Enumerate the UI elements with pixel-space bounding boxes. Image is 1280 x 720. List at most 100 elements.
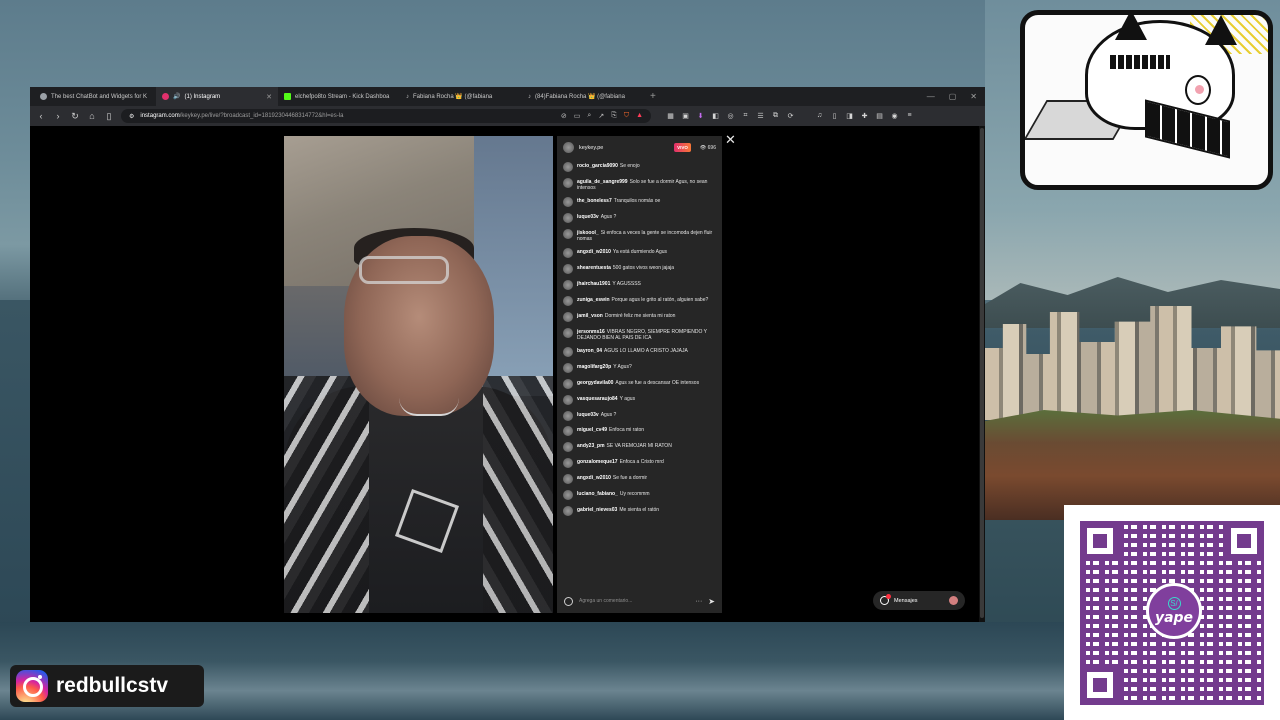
commenter-avatar[interactable] [563, 394, 573, 405]
close-window-icon[interactable]: ✕ [970, 92, 977, 101]
emoji-icon[interactable] [564, 596, 573, 606]
brave-rewards-icon[interactable]: ▲ [636, 112, 643, 120]
commenter-avatar[interactable] [563, 442, 573, 453]
extensions-icon[interactable]: ✚ [860, 112, 869, 120]
brave-shield-icon[interactable]: ⛉ [624, 112, 629, 120]
comment-username[interactable]: luciano_fabiano_ [577, 491, 618, 497]
comment-username[interactable]: shearentuesta [577, 265, 611, 271]
commenter-avatar[interactable] [563, 327, 573, 338]
tab-1-active[interactable]: 🔊 (1) Instagram ✕ [156, 87, 278, 106]
close-icon[interactable]: ✕ [725, 133, 736, 146]
extension-icon[interactable]: ⬇ [696, 112, 705, 120]
comment-username[interactable]: zuniga_eswin [577, 297, 610, 303]
comment-username[interactable]: angxdi_w2010 [577, 475, 611, 481]
commenter-avatar[interactable] [563, 378, 573, 389]
tab-4[interactable]: ♪ (84)Fabiana Rocha 👑 (@fabiana [522, 87, 644, 106]
commenter-avatar[interactable] [563, 362, 573, 373]
comment-username[interactable]: andy23_pm [577, 443, 605, 449]
commenter-avatar[interactable] [563, 347, 573, 358]
commenter-avatar[interactable] [563, 162, 573, 172]
no-tracking-icon[interactable]: ⊘ [561, 112, 567, 120]
commenter-avatar[interactable] [563, 410, 573, 421]
comment-username[interactable]: the_boneless7 [577, 198, 612, 204]
reload-icon[interactable]: ↻ [70, 111, 80, 122]
forward-icon[interactable]: › [53, 111, 63, 121]
speaker-icon[interactable]: 🔊 [173, 93, 180, 100]
comment-username[interactable]: jhairchau1901 [577, 281, 610, 287]
chat-comment: miguel_cv49 Enfoca mi raton [563, 426, 716, 437]
share-icon[interactable]: ↗ [598, 112, 604, 120]
comment-username[interactable]: gabriel_nieves03 [577, 507, 617, 513]
live-video[interactable] [284, 136, 553, 613]
extension-icon[interactable]: ◧ [711, 112, 720, 120]
commenter-avatar[interactable] [563, 197, 573, 208]
chat-comment: angxdi_w2010 Se fue a dormir [563, 474, 716, 485]
extension-icon[interactable]: ▣ [681, 112, 690, 120]
tab-2[interactable]: elchefpo8to Stream - Kick Dashboa [278, 87, 400, 106]
wallet-icon[interactable]: ▤ [875, 112, 884, 120]
menu-icon[interactable]: ≡ [905, 112, 914, 120]
page-scrollbar[interactable] [979, 126, 985, 622]
sidebar-icon[interactable]: ▯ [830, 112, 839, 120]
bookmark-icon[interactable]: ▯ [104, 111, 114, 122]
comment-username[interactable]: miguel_cv49 [577, 427, 607, 433]
extension-icon[interactable]: ⟳ [786, 112, 795, 120]
comment-username[interactable]: gonzalomeque17 [577, 459, 618, 465]
comment-username[interactable]: bayron_04 [577, 348, 602, 354]
minimize-icon[interactable]: — [927, 92, 935, 101]
maximize-icon[interactable]: ▢ [949, 92, 957, 101]
extension-icon[interactable]: ⌗ [741, 112, 750, 120]
commenter-avatar[interactable] [563, 213, 573, 224]
zoom-icon[interactable]: ⌕ [587, 112, 591, 120]
home-icon[interactable]: ⌂ [87, 111, 97, 121]
comment-username[interactable]: jersonms16 [577, 329, 605, 335]
comment-username[interactable]: magolifarg20p [577, 364, 611, 370]
comment-username[interactable]: georgydavila00 [577, 380, 613, 386]
address-bar[interactable]: ⚙ instagram.com/keykey.pe/live/?broadcas… [121, 109, 651, 123]
host-username[interactable]: keykey.pe [579, 145, 603, 151]
commenter-avatar[interactable] [563, 177, 573, 188]
comment-text: Enfoca mi raton [609, 427, 645, 434]
commenter-avatar[interactable] [563, 505, 573, 516]
commenter-avatar[interactable] [563, 458, 573, 469]
send-icon[interactable]: ➤ [708, 597, 715, 606]
extension-icon[interactable]: ⧉ [771, 112, 780, 120]
comment-username[interactable]: jiskoool_ [577, 230, 599, 236]
comment-username[interactable]: angxdi_w2010 [577, 249, 611, 255]
copy-link-icon[interactable]: ⎘ [611, 112, 617, 120]
comment-username[interactable]: luque03v [577, 412, 599, 418]
commenter-avatar[interactable] [563, 295, 573, 306]
extension-icon[interactable]: ◎ [726, 112, 735, 120]
extension-icon[interactable]: ▦ [666, 112, 675, 120]
extension-icon[interactable]: ☰ [756, 112, 765, 120]
comment-username[interactable]: aguila_de_sangre999 [577, 179, 628, 185]
host-avatar[interactable] [563, 142, 574, 153]
commenter-avatar[interactable] [563, 248, 573, 259]
extension-icon[interactable]: ♫ [815, 112, 824, 120]
comment-input[interactable]: Agrega un comentario... [579, 598, 689, 604]
cat-keyboard-overlay [1020, 10, 1273, 190]
close-tab-icon[interactable]: ✕ [266, 93, 272, 101]
comment-username[interactable]: vasquesaraujo84 [577, 396, 618, 402]
instagram-icon [162, 93, 169, 100]
commenter-avatar[interactable] [563, 426, 573, 437]
tab-3[interactable]: ♪ Fabiana Rocha 👑 (@fabiana [400, 87, 522, 106]
vpn-icon[interactable]: ◉ [890, 112, 899, 120]
site-info-icon[interactable]: ⚙ [129, 113, 134, 120]
comment-username[interactable]: rocio_garcia9090 [577, 163, 618, 169]
comment-username[interactable]: luque03v [577, 214, 599, 220]
comment-username[interactable]: jamil_vson [577, 313, 603, 319]
commenter-avatar[interactable] [563, 311, 573, 322]
commenter-avatar[interactable] [563, 228, 573, 239]
commenter-avatar[interactable] [563, 490, 573, 501]
tab-0[interactable]: The best ChatBot and Widgets for K [34, 87, 156, 106]
new-tab-icon[interactable]: + [644, 91, 662, 102]
commenter-avatar[interactable] [563, 264, 573, 275]
more-options-icon[interactable]: ··· [695, 598, 702, 605]
messages-button[interactable]: Mensajes [873, 591, 965, 610]
camera-icon[interactable]: ▭ [574, 112, 581, 120]
commenter-avatar[interactable] [563, 280, 573, 291]
back-icon[interactable]: ‹ [36, 111, 46, 121]
commenter-avatar[interactable] [563, 474, 573, 485]
extension-icon[interactable]: ◨ [845, 112, 854, 120]
